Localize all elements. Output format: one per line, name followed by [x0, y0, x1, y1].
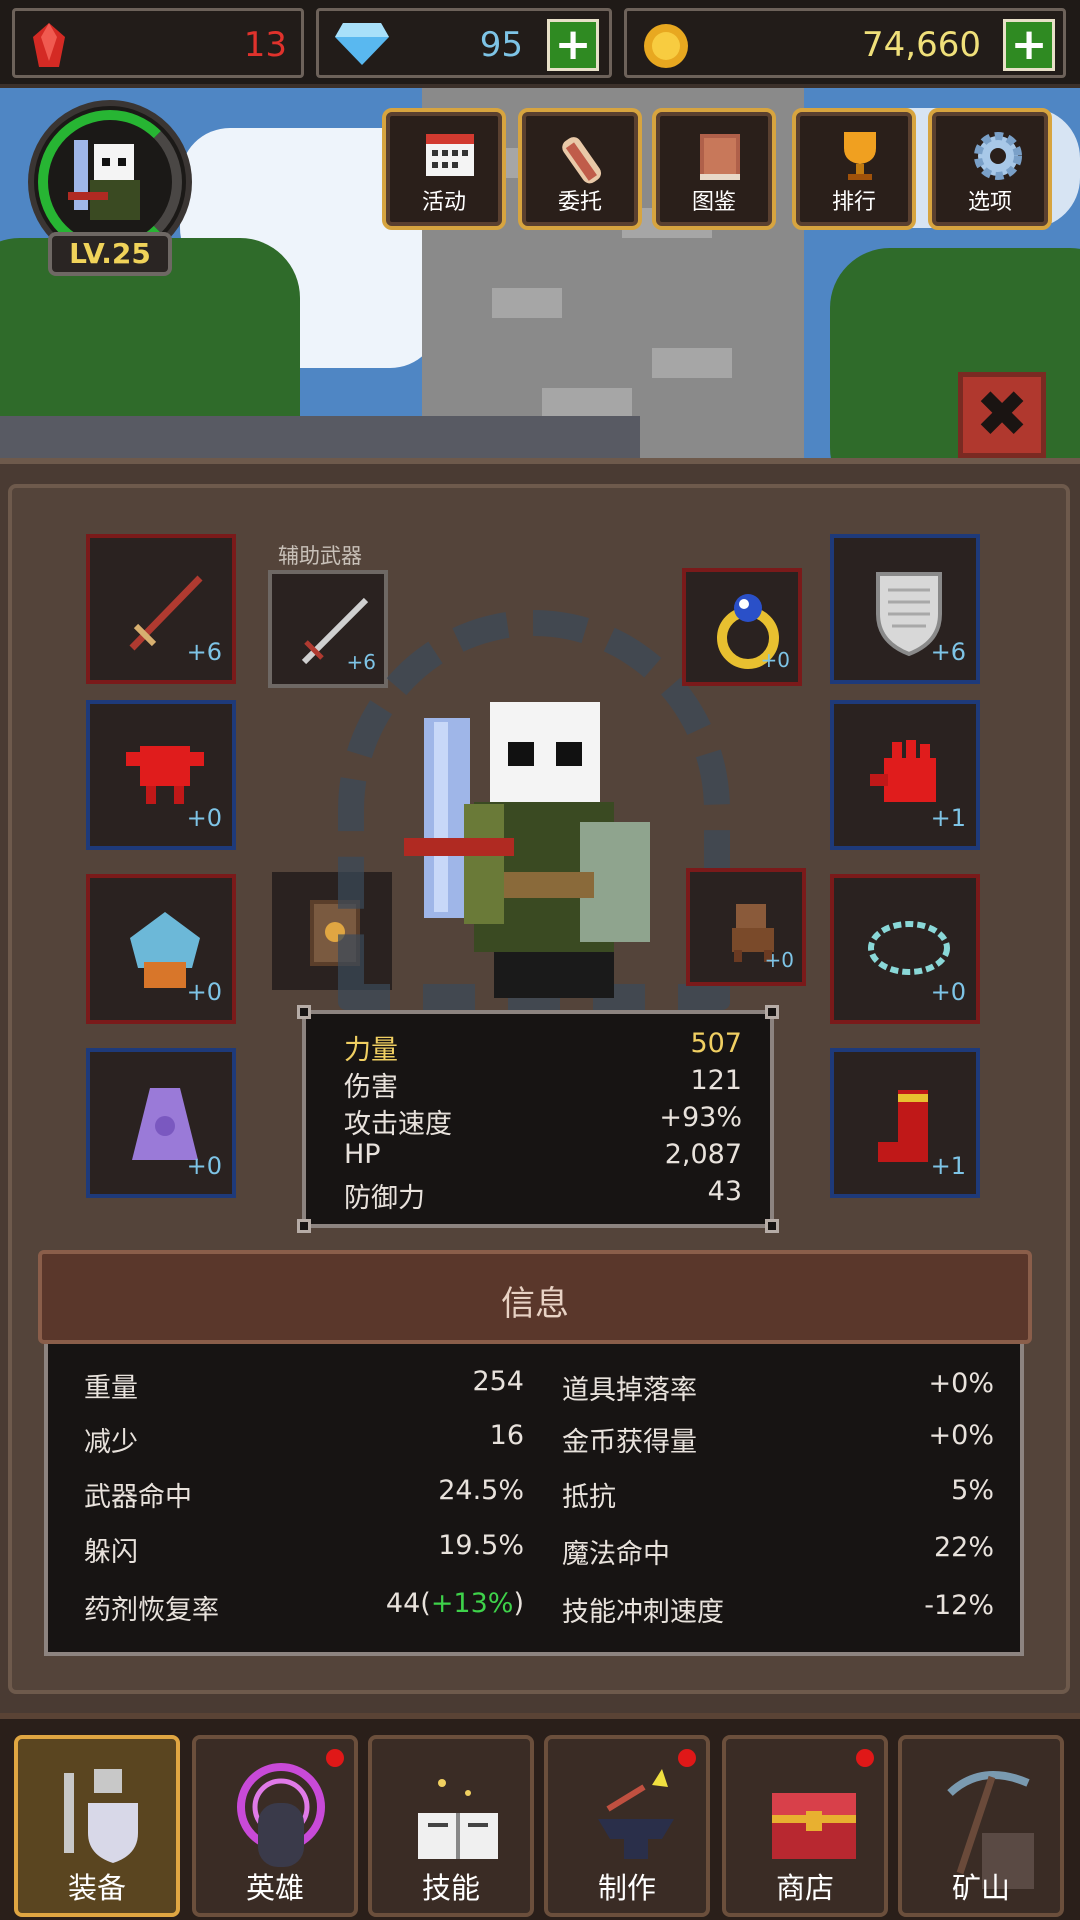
- pet-slot[interactable]: +0: [686, 868, 806, 986]
- codex-label: 图鉴: [691, 190, 736, 215]
- player-level-badge: LV.25: [48, 232, 172, 276]
- info-box: 重量 254 减少 16 武器命中 24.5% 躲闪 19.5% 药剂恢复率 44(+1…: [44, 1344, 1024, 1656]
- events-label: 活动: [421, 190, 466, 215]
- diamond-icon: [333, 21, 391, 71]
- options-label: 选项: [967, 190, 1012, 215]
- gold-count: 74,660: [862, 25, 981, 65]
- ranking-button[interactable]: 排行: [792, 108, 916, 230]
- tab-crafting[interactable]: 制作: [544, 1735, 710, 1917]
- tab-equipment[interactable]: 装备: [14, 1735, 180, 1917]
- weapon-enhance-level: +6: [186, 638, 222, 666]
- hero-portrait-icon: [68, 140, 140, 220]
- armor-enhance-level: +0: [186, 804, 222, 832]
- info-row-drop-rate: 道具掉落率 +0%: [562, 1368, 994, 1406]
- info-row-reduction: 减少 16: [84, 1420, 524, 1458]
- info-title: 信息: [501, 1284, 569, 1324]
- pet-enhance-level: +0: [764, 948, 794, 972]
- red-gem-icon: [29, 21, 69, 75]
- secondary-weapon-slot[interactable]: +6: [268, 570, 388, 688]
- info-row-potion-recovery: 药剂恢复率 44(+13%): [84, 1588, 524, 1626]
- gloves-slot[interactable]: +1: [830, 700, 980, 850]
- boots-enhance-level: +1: [930, 1152, 966, 1180]
- bottom-nav: 装备 英雄 技能 制作 商店 矿山: [0, 1713, 1080, 1920]
- plus-icon: +: [1010, 19, 1048, 70]
- diamond-count: 95: [479, 25, 523, 65]
- add-gold-button[interactable]: +: [1003, 19, 1055, 71]
- gloves-enhance-level: +1: [930, 804, 966, 832]
- stat-row-hp: HP 2,087: [344, 1139, 742, 1170]
- hero-sprite-icon: [404, 702, 650, 998]
- weapon-slot[interactable]: +6: [86, 534, 236, 684]
- skill-book-icon: [412, 1763, 502, 1877]
- currency-bar: 13 95 + 74,660 +: [0, 0, 1080, 88]
- info-row-dodge: 躲闪 19.5%: [84, 1530, 524, 1568]
- info-row-magic-hit: 魔法命中 22%: [562, 1532, 994, 1570]
- close-icon: ✖: [975, 378, 1029, 452]
- stat-row-damage: 伤害 121: [344, 1065, 742, 1103]
- tab-mine[interactable]: 矿山: [898, 1735, 1064, 1917]
- anvil-icon: [588, 1763, 684, 1877]
- hero-stats-box: 力量 507 伤害 121 攻击速度 +93% HP 2,087 防御力 43: [297, 1005, 779, 1233]
- hero-icon: [236, 1763, 326, 1877]
- info-row-weight: 重量 254: [84, 1366, 524, 1404]
- helmet-enhance-level: +0: [186, 978, 222, 1006]
- notification-badge: [326, 1749, 344, 1767]
- tab-hero[interactable]: 英雄: [192, 1735, 358, 1917]
- codex-button[interactable]: 图鉴: [652, 108, 776, 230]
- chest-icon: [766, 1763, 862, 1877]
- necklace-slot[interactable]: +0: [830, 874, 980, 1024]
- boots-slot[interactable]: +1: [830, 1048, 980, 1198]
- stat-row-strength: 力量 507: [344, 1028, 742, 1066]
- secondary-weapon-enhance-level: +6: [346, 650, 376, 674]
- commission-label: 委托: [557, 190, 602, 215]
- info-row-skill-dash-speed: 技能冲刺速度 -12%: [562, 1590, 994, 1628]
- ring-enhance-level: +0: [760, 648, 790, 672]
- book-icon: [694, 128, 746, 188]
- armor-icon: [58, 1763, 142, 1877]
- info-row-gold-gain: 金币获得量 +0%: [562, 1420, 994, 1458]
- options-button[interactable]: 选项: [928, 108, 1052, 230]
- gold-coin-icon: [641, 21, 691, 75]
- tab-shop[interactable]: 商店: [722, 1735, 888, 1917]
- secondary-weapon-label: 辅助武器: [278, 544, 362, 568]
- commission-button[interactable]: 委托: [518, 108, 642, 230]
- info-row-weapon-hit: 武器命中 24.5%: [84, 1475, 524, 1513]
- cape-enhance-level: +0: [186, 1152, 222, 1180]
- info-header: 信息: [38, 1250, 1032, 1344]
- stone-wall: [0, 416, 640, 460]
- close-button[interactable]: ✖: [958, 372, 1046, 458]
- shield-slot[interactable]: +6: [830, 534, 980, 684]
- shield-enhance-level: +6: [930, 638, 966, 666]
- gold-counter: 74,660 +: [624, 8, 1066, 78]
- trophy-icon: [834, 128, 886, 188]
- calendar-icon: [424, 128, 476, 182]
- add-diamonds-button[interactable]: +: [547, 19, 599, 71]
- gem-counter: 13: [12, 8, 304, 78]
- stat-row-defense: 防御力 43: [344, 1176, 742, 1214]
- helmet-slot[interactable]: +0: [86, 874, 236, 1024]
- cape-slot[interactable]: +0: [86, 1048, 236, 1198]
- gem-count: 13: [243, 25, 287, 65]
- ring-slot[interactable]: +0: [682, 568, 802, 686]
- stat-row-attack-speed: 攻击速度 +93%: [344, 1102, 742, 1140]
- necklace-enhance-level: +0: [930, 978, 966, 1006]
- events-button[interactable]: 活动: [382, 108, 506, 230]
- plus-icon: +: [554, 19, 592, 70]
- tab-skills[interactable]: 技能: [368, 1735, 534, 1917]
- info-row-resistance: 抵抗 5%: [562, 1475, 994, 1513]
- gear-icon: [970, 128, 1026, 188]
- ranking-label: 排行: [831, 190, 876, 215]
- diamond-counter: 95 +: [316, 8, 612, 78]
- scroll-icon: [560, 128, 612, 188]
- armor-slot[interactable]: +0: [86, 700, 236, 850]
